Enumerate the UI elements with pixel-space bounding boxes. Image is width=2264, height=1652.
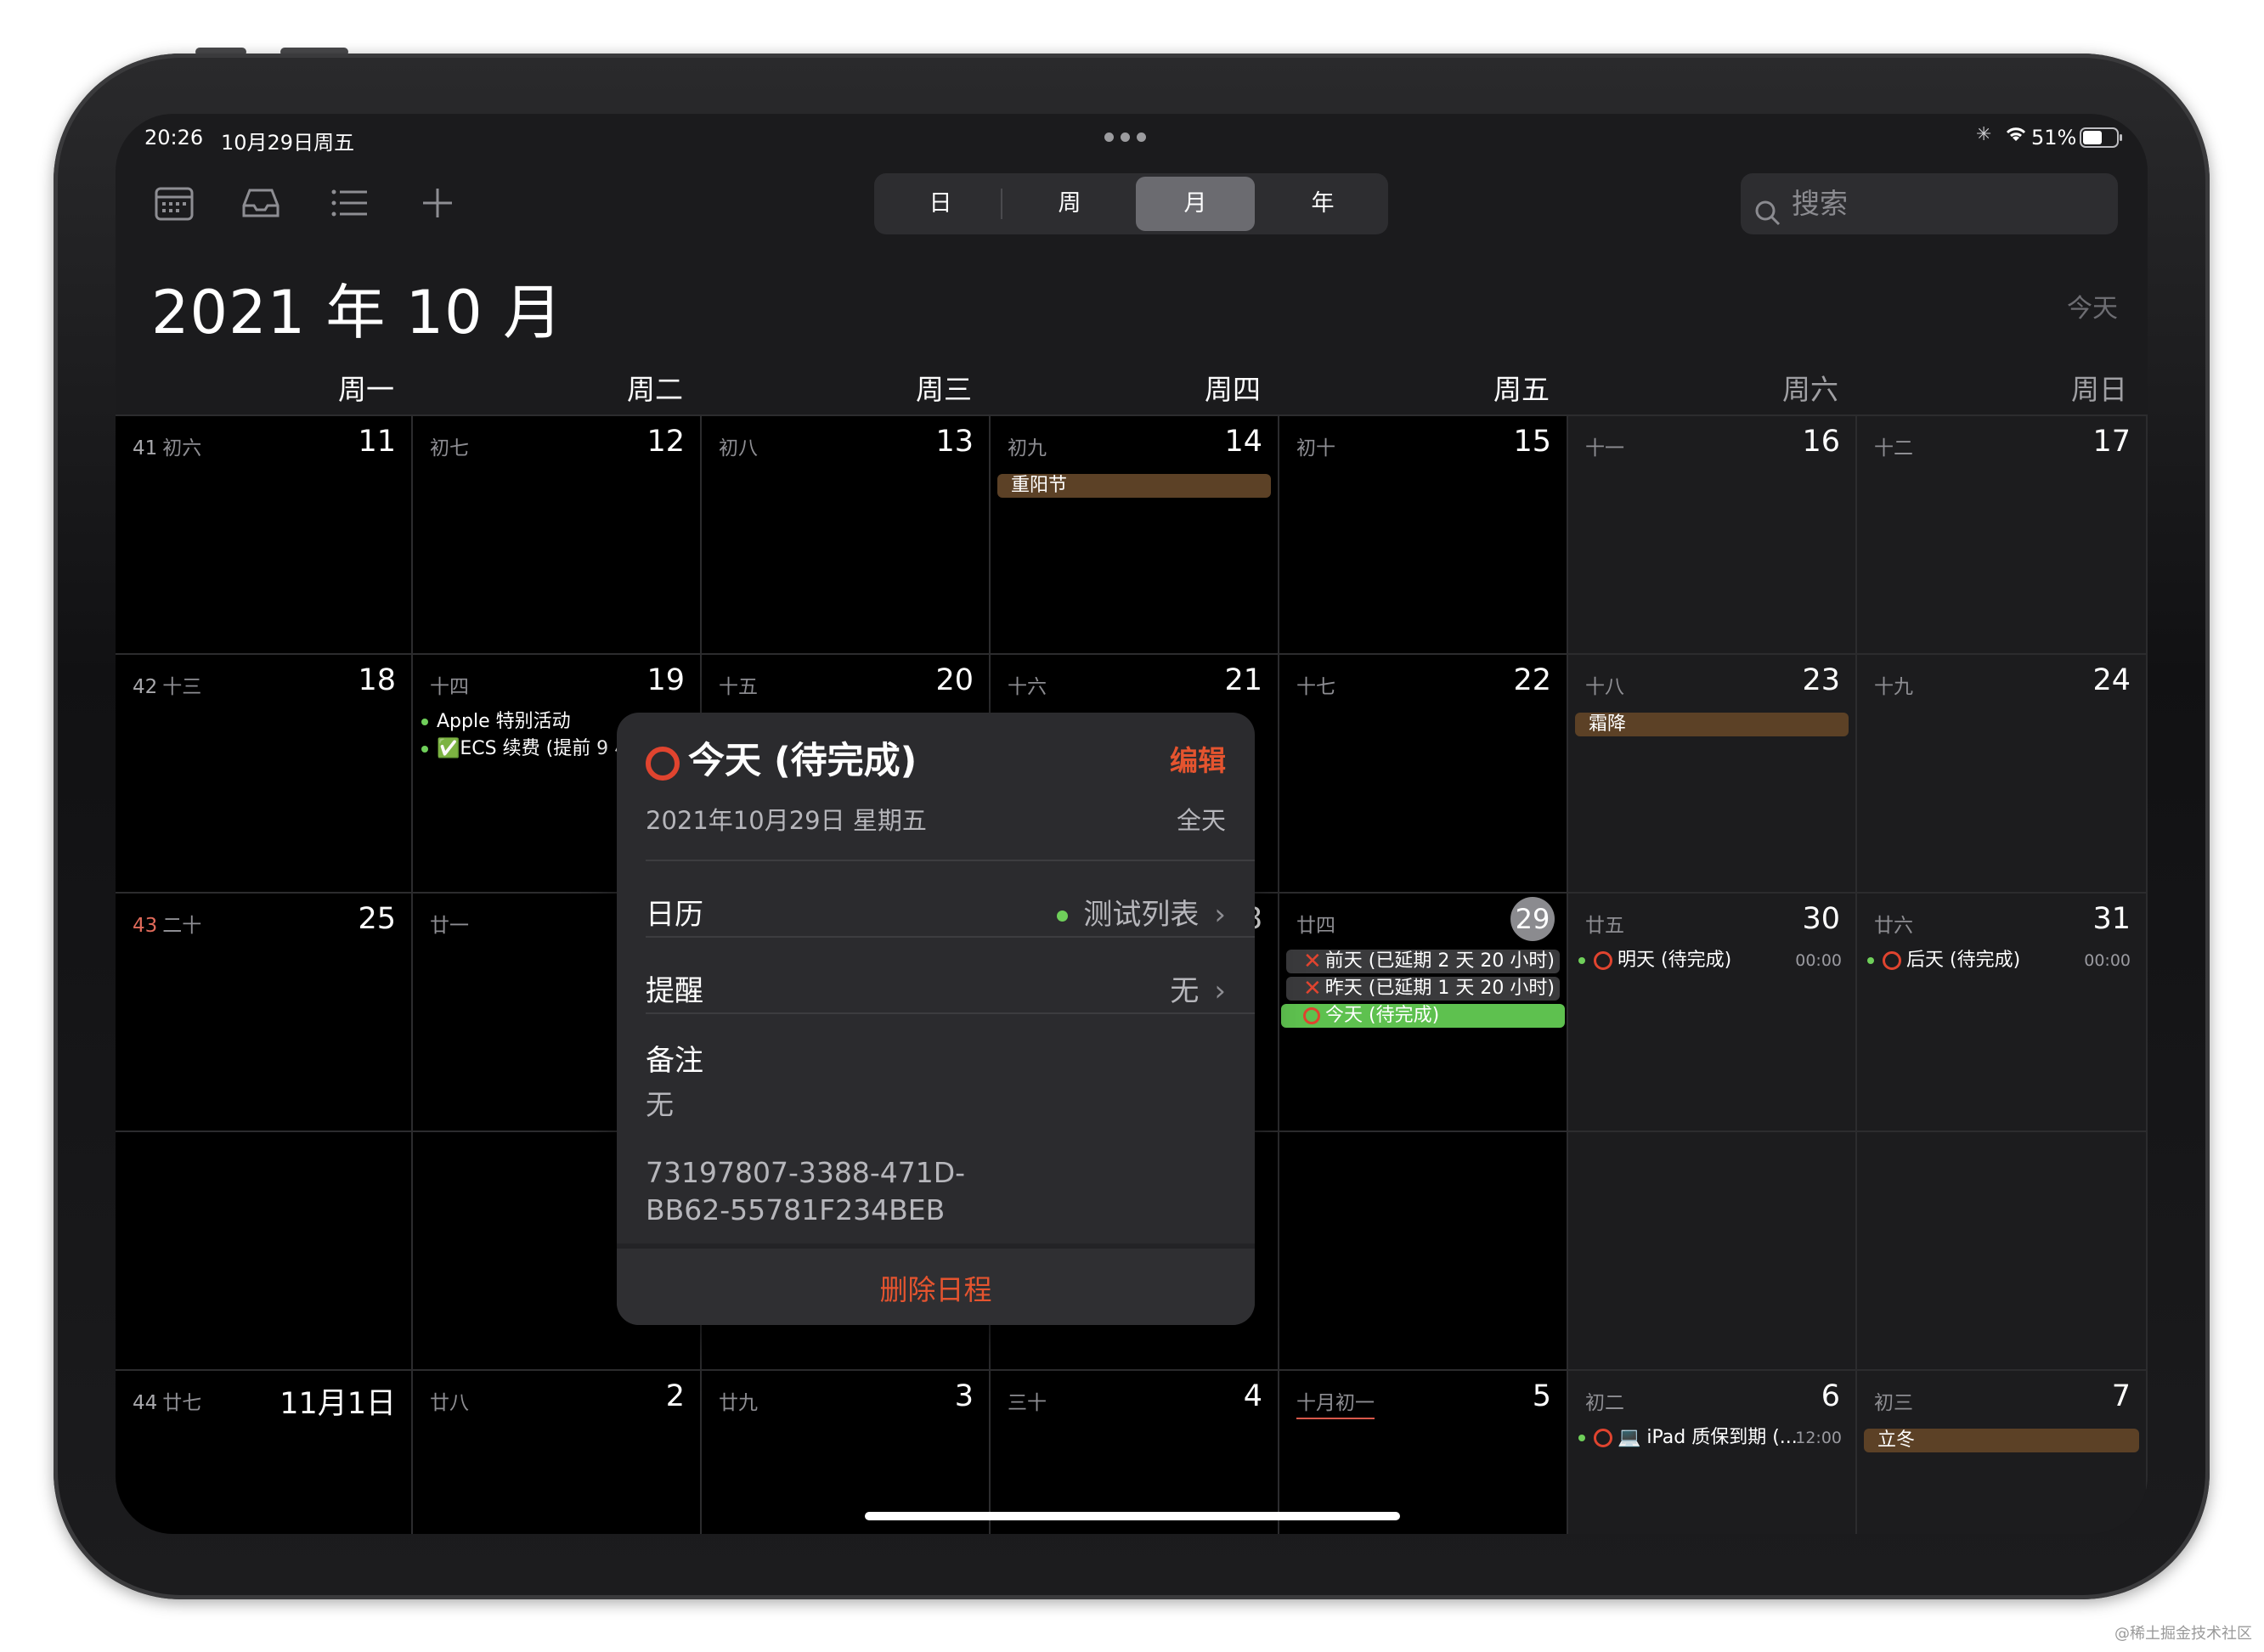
battery-percent: 51% — [2031, 126, 2077, 149]
all-day-label: 全天 — [1176, 806, 1226, 835]
day-cell[interactable]: 十七 22 — [1279, 653, 1568, 892]
inbox-icon[interactable] — [240, 182, 282, 224]
day-cell[interactable]: 44 廿七 11月1日 — [116, 1369, 413, 1534]
event-detail-popover: 今天 (待完成) 编辑 2021年10月29日 星期五 全天 日历 测试列表 › … — [617, 713, 1255, 1325]
delete-event-button[interactable]: 删除日程 — [617, 1267, 1255, 1308]
day-cell[interactable]: 三十 4 — [991, 1369, 1279, 1534]
search-placeholder: 搜索 — [1792, 187, 1848, 220]
today-marker: 29 — [1510, 897, 1555, 941]
today-button[interactable]: 今天 — [2067, 287, 2118, 324]
day-cell[interactable]: 十八 23 霜降 — [1568, 653, 1857, 892]
calendar-grid-icon[interactable] — [153, 182, 195, 224]
day-cell[interactable]: 初二 6 💻 iPad 质保到期 (... 12:00 — [1568, 1369, 1857, 1534]
day-cell[interactable]: 十二 17 — [1857, 414, 2148, 653]
selected-event[interactable]: 今天 (待完成) — [1281, 1004, 1565, 1028]
todo-ring-icon — [646, 746, 680, 781]
multitask-dots[interactable] — [1104, 132, 1146, 142]
weekday-label: 周四 — [1205, 373, 1261, 406]
search-icon — [1753, 189, 1783, 250]
day-cell-today[interactable]: 廿四 29 ✕ 前天 (已延期 2 天 20 小时) ✕ 昨天 (已延期 1 天 2… — [1279, 892, 1568, 1130]
event-item[interactable]: Apple 特别活动 — [421, 709, 571, 735]
tab-day[interactable]: 日 — [881, 177, 1000, 231]
day-cell[interactable] — [1279, 1130, 1568, 1369]
spinner-icon: ✳ — [1976, 124, 1992, 145]
day-cell[interactable]: 初八 13 — [702, 414, 991, 653]
notes-label: 备注 — [646, 1044, 703, 1078]
calendar-row[interactable]: 日历 测试列表 › — [646, 891, 1226, 933]
chevron-right-icon: › — [1214, 898, 1226, 932]
day-cell[interactable] — [1857, 1130, 2148, 1369]
tab-year[interactable]: 年 — [1263, 177, 1382, 231]
home-indicator[interactable] — [865, 1512, 1400, 1520]
weekday-label: 周一 — [338, 373, 394, 406]
day-cell[interactable]: 初九 14 重阳节 — [991, 414, 1279, 653]
overdue-event[interactable]: ✕ 前天 (已延期 2 天 20 小时) — [1286, 950, 1560, 973]
day-cell[interactable]: 廿五 30 明天 (待完成) 00:00 — [1568, 892, 1857, 1130]
day-cell[interactable] — [116, 1130, 413, 1369]
holiday-event[interactable]: 立冬 — [1864, 1429, 2139, 1452]
day-cell[interactable]: 廿八 2 — [413, 1369, 702, 1534]
tab-week[interactable]: 周 — [1010, 177, 1129, 231]
day-cell[interactable]: 十一 16 — [1568, 414, 1857, 653]
view-segmented-control: 日 周 月 年 — [874, 173, 1388, 234]
holiday-event[interactable]: 霜降 — [1575, 713, 1849, 736]
day-cell[interactable]: 初三 7 立冬 — [1857, 1369, 2148, 1534]
day-cell[interactable]: 初十 15 — [1279, 414, 1568, 653]
day-cell[interactable]: 廿九 3 — [702, 1369, 991, 1534]
status-date: 10月29日周五 — [221, 131, 355, 155]
weekday-label: 周日 — [2071, 373, 2127, 406]
overdue-event[interactable]: ✕ 昨天 (已延期 1 天 20 小时) — [1286, 977, 1560, 1001]
day-cell[interactable] — [1568, 1130, 1857, 1369]
page-title: 2021 年 10 月 — [151, 278, 563, 347]
holiday-event[interactable]: 重阳节 — [997, 474, 1271, 498]
search-input[interactable]: 搜索 — [1741, 173, 2118, 234]
day-cell[interactable]: 41 初六 11 — [116, 414, 413, 653]
weekday-label: 周六 — [1782, 373, 1838, 406]
reminder-row[interactable]: 提醒 无 › — [646, 967, 1226, 1009]
calendar-screen: 20:26 10月29日周五 ✳ 51% 日 周 月 年 搜索 2021 年 1… — [116, 114, 2148, 1534]
add-icon[interactable] — [416, 182, 459, 224]
chevron-right-icon: › — [1214, 974, 1226, 1008]
battery-icon — [2080, 127, 2124, 153]
weekday-label: 周三 — [916, 373, 972, 406]
list-icon[interactable] — [328, 182, 370, 224]
day-cell[interactable]: 十月初一 5 — [1279, 1369, 1568, 1534]
popover-title: 今天 (待完成) — [646, 731, 917, 784]
event-item[interactable]: ✅ECS 续费 (提前 9 小 — [421, 736, 633, 762]
event-item[interactable]: 明天 (待完成) 00:00 — [1578, 948, 1842, 973]
day-cell[interactable]: 十九 24 — [1857, 653, 2148, 892]
event-item[interactable]: 💻 iPad 质保到期 (... 12:00 — [1578, 1425, 1842, 1451]
day-cell[interactable]: 42 十三 18 — [116, 653, 413, 892]
edit-button[interactable]: 编辑 — [1170, 738, 1226, 779]
event-date: 2021年10月29日 星期五 — [646, 806, 927, 835]
status-time: 20:26 — [144, 126, 204, 149]
weekday-label: 周二 — [627, 373, 683, 406]
tab-month[interactable]: 月 — [1136, 177, 1255, 231]
event-item[interactable]: 后天 (待完成) 00:00 — [1867, 948, 2131, 973]
day-cell[interactable]: 廿六 31 后天 (待完成) 00:00 — [1857, 892, 2148, 1130]
wifi-icon — [2003, 124, 2029, 149]
delete-row: 删除日程 — [617, 1243, 1255, 1325]
weekday-label: 周五 — [1493, 373, 1550, 406]
event-uid: 73197807-3388-471D- BB62-55781F234BEB — [646, 1156, 966, 1226]
watermark: @稀土掘金技术社区 — [2114, 1625, 2252, 1643]
day-cell[interactable]: 43 二十 25 — [116, 892, 413, 1130]
day-cell[interactable]: 初七 12 — [413, 414, 702, 653]
notes-value: 无 — [646, 1088, 674, 1121]
